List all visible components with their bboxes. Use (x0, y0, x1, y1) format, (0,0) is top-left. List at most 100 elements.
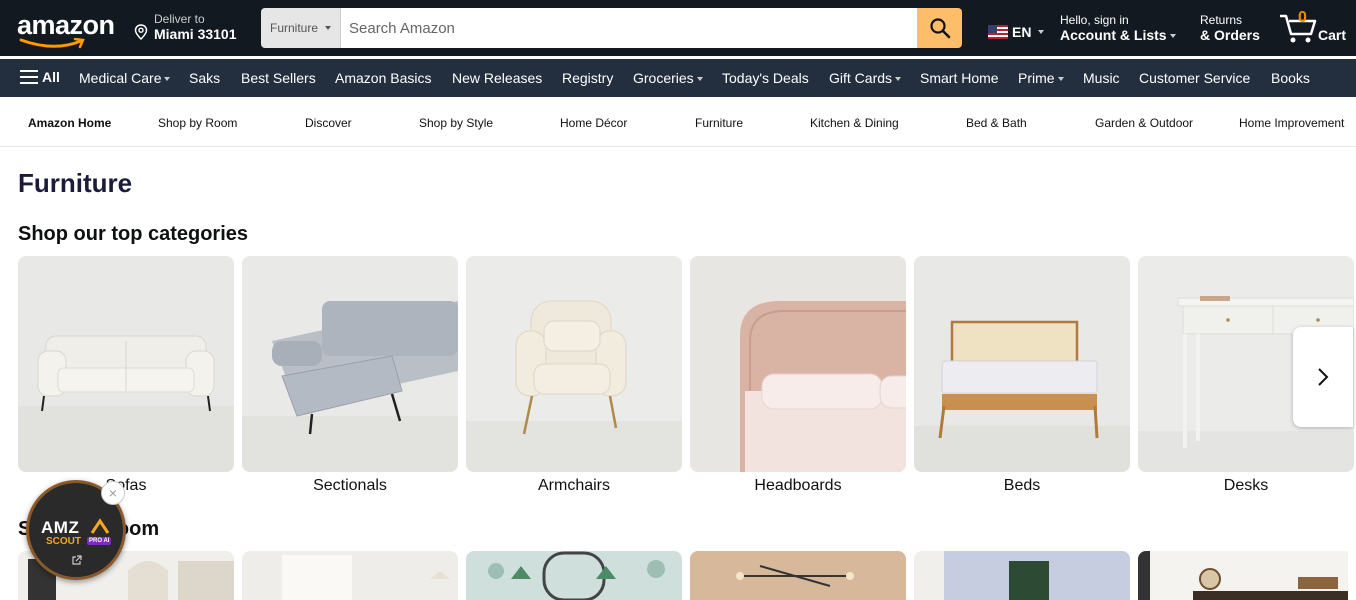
category-label-armchairs[interactable]: Armchairs (466, 477, 682, 495)
subnav-shop-by-room[interactable]: Shop by Room (158, 116, 237, 130)
arrow-up-icon (90, 518, 110, 534)
main-nav: All Medical Care Saks Best Sellers Amazo… (0, 59, 1356, 97)
headboard-image (690, 256, 906, 472)
amazon-logo[interactable]: amazon (17, 10, 117, 50)
logo-text: amazon (17, 10, 115, 40)
subnav-bed-bath[interactable]: Bed & Bath (966, 116, 1027, 130)
location-pin-icon (134, 24, 148, 40)
orders-label: & Orders (1200, 27, 1260, 43)
nav-label: Prime (1018, 70, 1055, 86)
external-link-icon (72, 555, 82, 565)
nav-item-prime[interactable]: Prime (1018, 70, 1064, 86)
category-label-desks[interactable]: Desks (1138, 477, 1354, 495)
nav-label: Medical Care (79, 70, 162, 86)
close-icon: × (108, 485, 118, 501)
room-tile-4[interactable] (690, 551, 906, 600)
nav-item-music[interactable]: Music (1083, 70, 1120, 86)
room-image-5 (914, 551, 1130, 600)
returns-label: Returns (1200, 13, 1243, 27)
chevron-down-icon (325, 26, 332, 30)
amzscout-logo-text: AMZ (41, 518, 80, 537)
nav-item-medical-care[interactable]: Medical Care (79, 70, 171, 86)
nav-item-books[interactable]: Books (1271, 70, 1310, 86)
chevron-down-icon (1057, 77, 1064, 82)
all-label: All (42, 69, 60, 85)
search-category-select[interactable]: Furniture (261, 8, 341, 48)
category-tile-beds[interactable] (914, 256, 1130, 472)
us-flag-icon (988, 25, 1008, 39)
category-label-headboards[interactable]: Headboards (690, 477, 906, 495)
account-lists[interactable]: Hello, sign in Account & Lists (1060, 13, 1176, 43)
account-label: Account & Lists (1060, 27, 1167, 43)
account-greeting: Hello, sign in (1060, 13, 1129, 27)
chevron-down-icon (895, 77, 902, 82)
widget-close-button[interactable]: × (101, 481, 125, 505)
nav-item-registry[interactable]: Registry (562, 70, 613, 86)
amzscout-pro-badge: PRO AI (87, 537, 112, 545)
room-tile-2[interactable] (242, 551, 458, 600)
search-category-label: Furniture (269, 21, 319, 35)
sectional-image (242, 256, 458, 472)
chevron-right-icon (1318, 368, 1329, 386)
subnav-amazon-home[interactable]: Amazon Home (28, 116, 111, 130)
deliver-location: Miami 33101 (154, 26, 237, 42)
room-tile-5[interactable] (914, 551, 1130, 600)
armchair-image (466, 256, 682, 472)
nav-item-groceries[interactable]: Groceries (633, 70, 703, 86)
categories-heading: Shop our top categories (18, 223, 249, 245)
nav-item-customer-service[interactable]: Customer Service (1139, 70, 1250, 86)
chevron-down-icon (164, 77, 171, 82)
search-icon (929, 18, 950, 39)
nav-item-gift-cards[interactable]: Gift Cards (829, 70, 902, 86)
category-label-sectionals[interactable]: Sectionals (242, 477, 458, 495)
language-label: EN (1012, 24, 1032, 40)
top-header: amazon Deliver to Miami 33101 Furniture … (0, 0, 1356, 56)
page-title: Furniture (18, 168, 133, 198)
search-button[interactable] (917, 8, 962, 48)
bed-image (914, 256, 1130, 472)
smile-arrow-icon (19, 38, 85, 49)
nav-item-saks[interactable]: Saks (189, 70, 220, 86)
category-label-beds[interactable]: Beds (914, 477, 1130, 495)
category-tile-headboards[interactable] (690, 256, 906, 472)
nav-label: Gift Cards (829, 70, 893, 86)
chevron-down-icon (1038, 30, 1045, 34)
amzscout-subtext: SCOUT (46, 536, 81, 547)
nav-item-smart-home[interactable]: Smart Home (920, 70, 999, 86)
room-tile-6[interactable] (1138, 551, 1354, 600)
subnav-kitchen-dining[interactable]: Kitchen & Dining (810, 116, 899, 130)
search-bar: Furniture (261, 8, 962, 48)
subnav-furniture[interactable]: Furniture (695, 116, 743, 130)
nav-item-best-sellers[interactable]: Best Sellers (241, 70, 316, 86)
room-image-6 (1138, 551, 1348, 600)
nav-item-new-releases[interactable]: New Releases (452, 70, 542, 86)
room-image-2 (242, 551, 458, 600)
cart-button[interactable]: 0 Cart (1278, 8, 1352, 48)
subnav-home-decor[interactable]: Home Décor (560, 116, 627, 130)
language-selector[interactable]: EN (988, 24, 1045, 40)
chevron-down-icon (1169, 34, 1176, 39)
sofa-image (18, 256, 234, 472)
subnav-shop-by-style[interactable]: Shop by Style (419, 116, 493, 130)
room-image-3 (466, 551, 682, 600)
category-tile-sofas[interactable] (18, 256, 234, 472)
search-input[interactable] (341, 8, 917, 48)
category-tile-sectionals[interactable] (242, 256, 458, 472)
category-tile-armchairs[interactable] (466, 256, 682, 472)
room-image-4 (690, 551, 906, 600)
room-tile-3[interactable] (466, 551, 682, 600)
store-subnav: Amazon Home Shop by Room Discover Shop b… (0, 97, 1356, 147)
subnav-home-improvement[interactable]: Home Improvement (1239, 116, 1344, 130)
cart-label: Cart (1318, 27, 1347, 43)
subnav-discover[interactable]: Discover (305, 116, 352, 130)
nav-label: Groceries (633, 70, 694, 86)
subnav-garden-outdoor[interactable]: Garden & Outdoor (1095, 116, 1193, 130)
chevron-down-icon (696, 77, 703, 82)
returns-orders[interactable]: Returns & Orders (1200, 13, 1260, 43)
carousel-next-button[interactable] (1293, 327, 1353, 427)
nav-item-todays-deals[interactable]: Today's Deals (722, 70, 809, 86)
nav-item-amazon-basics[interactable]: Amazon Basics (335, 70, 431, 86)
all-menu-button[interactable]: All (20, 69, 60, 85)
cart-count: 0 (1298, 9, 1307, 26)
deliver-label: Deliver to (154, 12, 205, 26)
